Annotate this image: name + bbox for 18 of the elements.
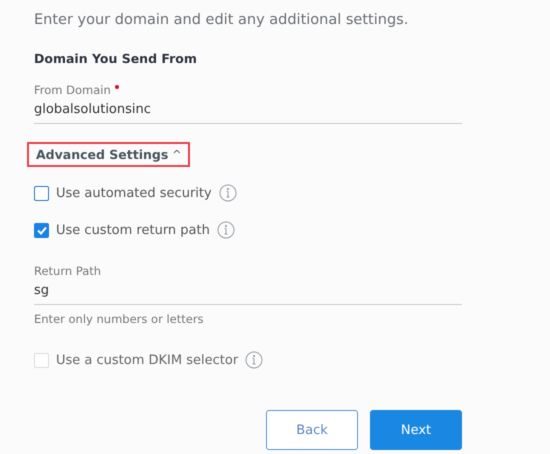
section-title: Domain You Send From <box>34 51 198 66</box>
info-icon[interactable] <box>245 351 264 369</box>
field-hint: Enter only numbers or letters <box>34 312 205 326</box>
from-domain-field[interactable]: globalsolutionsinc <box>34 97 462 124</box>
checkbox-label: Use automated security <box>56 186 212 200</box>
back-button[interactable]: Back <box>266 410 358 450</box>
checkbox-label: Use a custom DKIM selector <box>56 352 238 368</box>
info-icon[interactable] <box>218 184 237 202</box>
field-label: Return Path <box>34 264 102 278</box>
intro-text: Enter your domain and edit any additional settings. <box>34 12 410 28</box>
field-label: From Domain <box>34 83 111 97</box>
checkbox[interactable] <box>34 222 49 238</box>
return-path-field[interactable]: sg <box>34 278 462 305</box>
checkbox-label: Use custom return path <box>56 222 210 238</box>
next-button[interactable]: Next <box>370 410 462 450</box>
advanced-settings-toggle[interactable]: Advanced Settings ^ <box>27 142 190 167</box>
info-icon[interactable] <box>216 221 235 239</box>
checkbox[interactable] <box>34 186 49 200</box>
